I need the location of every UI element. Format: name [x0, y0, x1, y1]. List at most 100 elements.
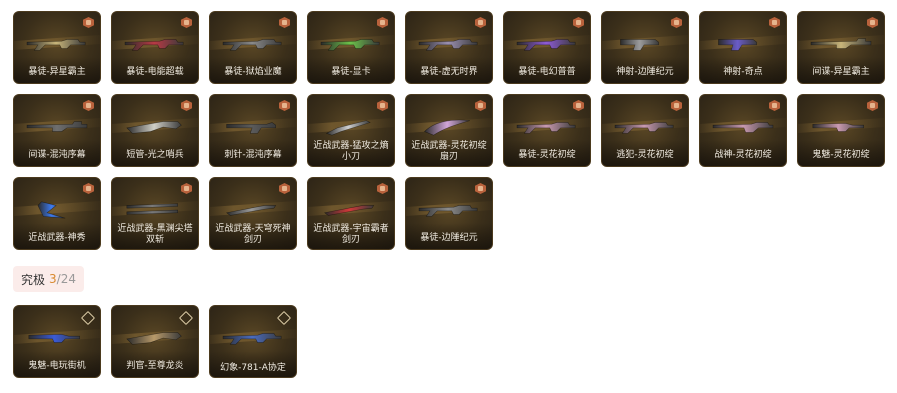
- skin-name: 近战武器-灵花初绽扇刃: [411, 141, 487, 162]
- skin-name: 幻象-781-A协定: [220, 363, 286, 373]
- skin-name: 暴徒-虚无时界: [420, 67, 478, 77]
- premium-tier-icon: [83, 17, 94, 28]
- skin-card[interactable]: 近战武器-灵花初绽扇刃: [405, 94, 493, 167]
- revolver-icon: [710, 34, 776, 54]
- skin-name: 近战武器-宇宙霸者剑刃: [313, 224, 389, 245]
- skin-card[interactable]: 判官-至尊龙炎: [111, 305, 199, 378]
- skin-card[interactable]: 近战武器-神秀: [13, 177, 101, 250]
- rifle-icon: [416, 200, 482, 220]
- premium-tier-icon: [181, 17, 192, 28]
- skin-card[interactable]: 近战武器-猛攻之熵小刀: [307, 94, 395, 167]
- sniper-icon: [24, 117, 90, 137]
- ultimate-total-count: /24: [56, 272, 76, 286]
- premium-tier-icon: [377, 183, 388, 194]
- premium-tier-icon: [475, 183, 486, 194]
- skin-card[interactable]: 逃犯-灵花初绽: [601, 94, 689, 167]
- premium-tier-icon: [83, 183, 94, 194]
- skin-card[interactable]: 暴徒-显卡: [307, 11, 395, 84]
- skin-name: 间谍-混沌序幕: [28, 150, 86, 160]
- skin-name: 近战武器-猛攻之熵小刀: [313, 141, 389, 162]
- rifle-icon: [220, 34, 286, 54]
- skin-name: 暴徒-狱焰业魔: [224, 67, 282, 77]
- sword-icon: [220, 200, 286, 220]
- skin-card[interactable]: 暴徒-边陲纪元: [405, 177, 493, 250]
- premium-tier-icon: [279, 183, 290, 194]
- smg-icon: [220, 117, 286, 137]
- skin-card[interactable]: 间谍-异星霸主: [797, 11, 885, 84]
- ultimate-owned-count: 3: [49, 272, 57, 286]
- skin-name: 近战武器-黑渊尖塔双斩: [117, 224, 193, 245]
- skin-name: 近战武器-天穹死神剑刃: [215, 224, 291, 245]
- skin-card[interactable]: 神射-边陲纪元: [601, 11, 689, 84]
- premium-tier-icon: [573, 17, 584, 28]
- rifle-icon: [514, 117, 580, 137]
- rifle-icon: [514, 34, 580, 54]
- premium-tier-icon: [377, 17, 388, 28]
- rifle-icon: [318, 34, 384, 54]
- skin-card[interactable]: 鬼魅-电玩街机: [13, 305, 101, 378]
- skin-card[interactable]: 鬼魅-灵花初绽: [797, 94, 885, 167]
- rifle-icon: [122, 34, 188, 54]
- skin-name: 暴徒-电幻普普: [518, 67, 576, 77]
- skin-card[interactable]: 暴徒-电幻普普: [503, 11, 591, 84]
- skin-name: 鬼魅-灵花初绽: [812, 150, 870, 160]
- skin-card[interactable]: 刺针-混沌序幕: [209, 94, 297, 167]
- shotgun-icon: [122, 117, 188, 137]
- premium-tier-icon: [83, 100, 94, 111]
- skin-card[interactable]: 暴徒-电能超载: [111, 11, 199, 84]
- skin-card[interactable]: 近战武器-天穹死神剑刃: [209, 177, 297, 250]
- skin-card[interactable]: 暴徒-灵花初绽: [503, 94, 591, 167]
- axe-icon: [24, 200, 90, 220]
- skin-card[interactable]: 战神-灵花初绽: [699, 94, 787, 167]
- skin-card[interactable]: 暴徒-异星霸主: [13, 11, 101, 84]
- ultimate-skins-grid: 鬼魅-电玩街机 判官-至尊龙炎 幻象-781-A协定: [13, 305, 297, 378]
- skin-name: 暴徒-异星霸主: [28, 67, 86, 77]
- sword-icon: [318, 200, 384, 220]
- skin-name: 逃犯-灵花初绽: [616, 150, 674, 160]
- rifle-icon: [24, 34, 90, 54]
- premium-tier-icon: [671, 100, 682, 111]
- premium-tier-icon: [279, 100, 290, 111]
- skin-card[interactable]: 暴徒-狱焰业魔: [209, 11, 297, 84]
- skin-card[interactable]: 短管-光之哨兵: [111, 94, 199, 167]
- skin-card[interactable]: 近战武器-宇宙霸者剑刃: [307, 177, 395, 250]
- skin-card[interactable]: 近战武器-黑渊尖塔双斩: [111, 177, 199, 250]
- skin-name: 暴徒-边陲纪元: [420, 233, 478, 243]
- premium-tier-icon: [769, 100, 780, 111]
- skin-card[interactable]: 暴徒-虚无时界: [405, 11, 493, 84]
- premium-tier-icon: [867, 17, 878, 28]
- skin-card[interactable]: 神射-奇点: [699, 11, 787, 84]
- skin-card[interactable]: 间谍-混沌序幕: [13, 94, 101, 167]
- skin-card[interactable]: 幻象-781-A协定: [209, 305, 297, 378]
- ultimate-section-title: 究极: [21, 272, 46, 287]
- premium-tier-icon: [573, 100, 584, 111]
- rifle-icon: [612, 117, 678, 137]
- rifle-icon: [220, 328, 286, 348]
- knife-icon: [318, 117, 384, 137]
- premium-tier-icon: [475, 17, 486, 28]
- skin-name: 短管-光之哨兵: [126, 150, 184, 160]
- machine-gun-icon: [710, 117, 776, 137]
- skin-name: 刺针-混沌序幕: [224, 150, 282, 160]
- sniper-icon: [808, 34, 874, 54]
- premium-tier-icon: [279, 17, 290, 28]
- fan-blade-icon: [416, 117, 482, 137]
- premium-tier-icon: [769, 17, 780, 28]
- premium-tier-icon: [671, 17, 682, 28]
- premium-tier-icon: [181, 100, 192, 111]
- dual-blade-icon: [122, 200, 188, 220]
- skin-name: 神射-边陲纪元: [616, 67, 674, 77]
- skin-name: 暴徒-显卡: [331, 67, 371, 77]
- skin-name: 近战武器-神秀: [28, 233, 86, 243]
- pistol-icon: [808, 117, 874, 137]
- premium-tier-icon: [377, 100, 388, 111]
- pistol-icon: [24, 328, 90, 348]
- skin-name: 鬼魅-电玩街机: [28, 361, 86, 371]
- skin-name: 暴徒-灵花初绽: [518, 150, 576, 160]
- ultimate-tier-icon: [80, 310, 96, 326]
- premium-tier-icon: [181, 183, 192, 194]
- skin-name: 判官-至尊龙炎: [126, 361, 184, 371]
- premium-tier-icon: [867, 100, 878, 111]
- shotgun-icon: [122, 328, 188, 348]
- skin-name: 暴徒-电能超载: [126, 67, 184, 77]
